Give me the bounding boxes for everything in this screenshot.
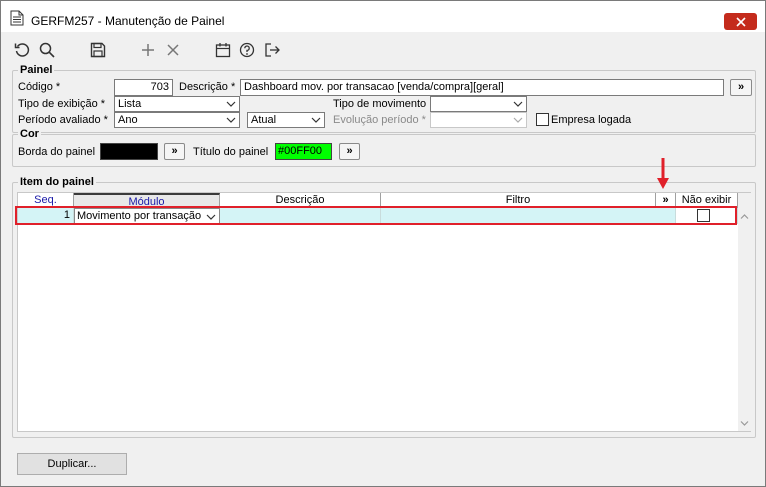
chevron-down-icon <box>513 101 523 107</box>
descricao-input[interactable]: Dashboard mov. por transacao [venda/comp… <box>240 79 724 96</box>
painel-legend: Painel <box>18 63 55 77</box>
title-bar: GERFM257 - Manutenção de Painel <box>1 1 765 32</box>
chevron-down-icon <box>513 117 523 123</box>
delete-button[interactable] <box>164 41 182 59</box>
descricao-more-button[interactable]: » <box>730 79 752 96</box>
items-grid: Seq. Módulo Descrição Filtro » Não exibi… <box>17 192 751 432</box>
grid-scrollbar[interactable] <box>738 193 751 431</box>
row-highlight-annotation <box>15 206 737 225</box>
cor-legend: Cor <box>18 127 41 141</box>
tipo-exibicao-label: Tipo de exibição * <box>18 98 106 110</box>
plus-icon <box>142 44 154 56</box>
periodo-label: Período avaliado * <box>18 114 108 126</box>
descricao-label: Descrição * <box>179 81 236 93</box>
borda-label: Borda do painel <box>18 146 96 158</box>
chevron-down-icon <box>311 117 321 123</box>
exit-icon <box>265 43 280 57</box>
close-button[interactable] <box>724 13 757 30</box>
periodo-ref-select[interactable]: Atual <box>247 112 325 128</box>
tipo-movimento-label: Tipo de movimento <box>333 98 427 110</box>
borda-color-swatch[interactable] <box>100 143 158 160</box>
chevron-down-icon[interactable] <box>740 420 749 427</box>
exit-button[interactable] <box>263 41 281 59</box>
evolucao-label: Evolução período * <box>333 114 426 126</box>
chevron-down-icon <box>226 117 236 123</box>
duplicar-button[interactable]: Duplicar... <box>17 453 127 475</box>
empresa-logada-label: Empresa logada <box>551 114 632 126</box>
chevron-down-icon <box>226 101 236 107</box>
toolbar <box>1 37 765 63</box>
titulo-color-swatch[interactable]: #00FF00 <box>275 143 332 160</box>
x-icon <box>167 44 179 56</box>
search-icon <box>39 42 55 58</box>
search-button[interactable] <box>38 41 56 59</box>
periodo-ref-value: Atual <box>251 114 277 126</box>
save-button[interactable] <box>89 41 107 59</box>
tipo-exibicao-value: Lista <box>118 98 142 110</box>
calendar-icon <box>215 43 231 58</box>
close-icon <box>735 16 746 27</box>
window-title: GERFM257 - Manutenção de Painel <box>31 14 225 28</box>
main-window: GERFM257 - Manutenção de Painel Painel C… <box>0 0 766 487</box>
borda-more-button[interactable]: » <box>164 143 185 160</box>
save-icon <box>90 42 106 58</box>
chevron-up-icon[interactable] <box>740 213 749 220</box>
help-button[interactable] <box>238 41 256 59</box>
help-icon <box>239 42 255 58</box>
calendar-button[interactable] <box>214 41 232 59</box>
codigo-label: Código * <box>18 81 61 93</box>
document-icon <box>10 10 24 26</box>
add-button[interactable] <box>139 41 157 59</box>
tipo-movimento-select[interactable] <box>430 96 527 112</box>
red-arrow-annotation <box>657 158 669 189</box>
tipo-exibicao-select[interactable]: Lista <box>114 96 240 112</box>
item-legend: Item do painel <box>18 175 96 189</box>
undo-icon <box>14 43 30 57</box>
titulo-label: Título do painel <box>193 146 269 158</box>
periodo-select[interactable]: Ano <box>114 112 240 128</box>
periodo-value: Ano <box>118 114 138 126</box>
codigo-input[interactable]: 703 <box>114 79 173 96</box>
empresa-logada-checkbox[interactable] <box>536 113 549 126</box>
titulo-more-button[interactable]: » <box>339 143 360 160</box>
refresh-button[interactable] <box>13 41 31 59</box>
evolucao-select[interactable] <box>430 112 527 128</box>
